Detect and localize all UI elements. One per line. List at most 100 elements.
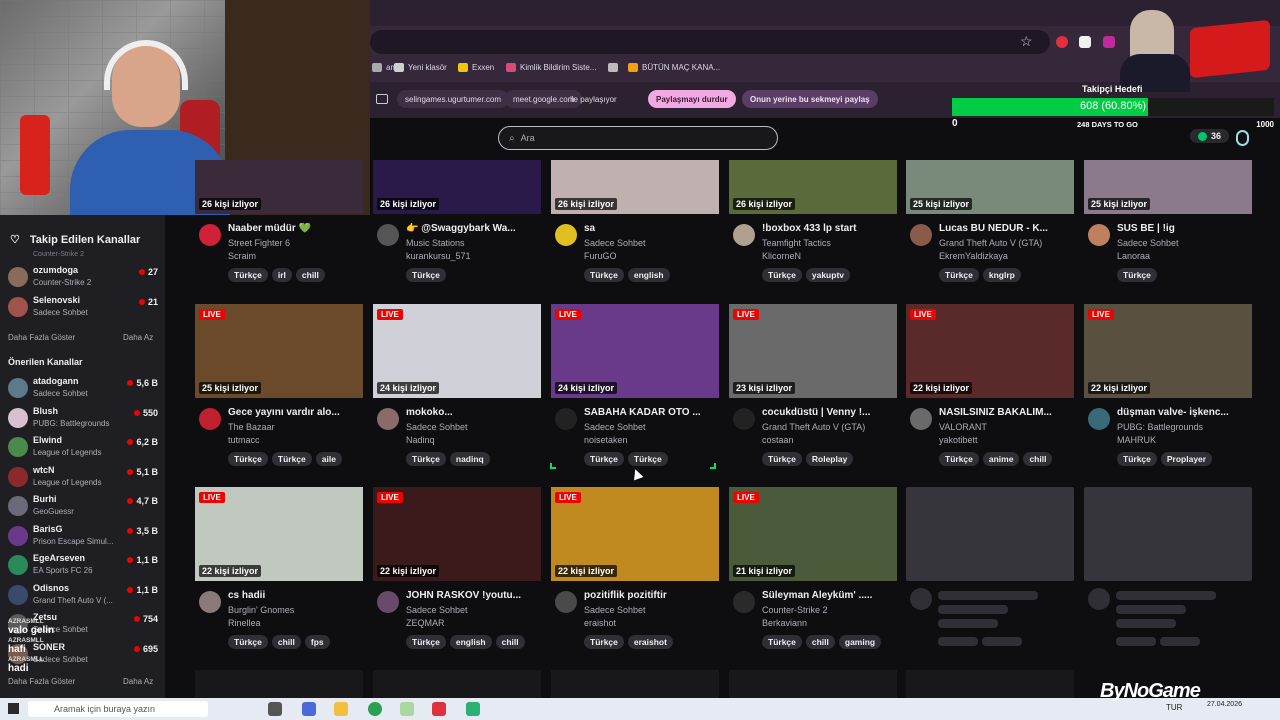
stream-category[interactable]: Sadece Sohbet <box>1117 238 1179 248</box>
task-view-icon[interactable] <box>268 702 282 716</box>
streamer-avatar[interactable] <box>910 408 932 430</box>
stream-thumbnail[interactable]: LIVE 22 kişi izliyor <box>373 487 541 581</box>
tag-chip[interactable]: Roleplay <box>805 452 854 466</box>
sidebar-channel-item[interactable]: EgeArseven EA Sports FC 26 1,1 B <box>8 552 158 582</box>
streamer-avatar[interactable] <box>199 408 221 430</box>
stop-sharing-button[interactable]: Paylaşmayı durdur <box>648 90 736 108</box>
stream-card[interactable]: LIVE 23 kişi izliyor cocukdüstü | Venny !.… <box>729 304 897 466</box>
taskbar-search-input[interactable]: Aramak için buraya yazın <box>28 701 208 717</box>
stream-thumbnail[interactable]: 26 kişi izliyor <box>551 160 719 214</box>
extension-icon[interactable] <box>1079 36 1091 48</box>
tag-chip[interactable]: fps <box>304 635 330 649</box>
sidebar-channel-item[interactable]: Selenovski Sadece Sohbet 21 <box>8 294 158 324</box>
stream-card[interactable]: LIVE 22 kişi izliyor cs hadii Burglin' Gnom… <box>195 487 363 649</box>
stream-category[interactable]: Music Stations <box>406 238 465 248</box>
recommended-show-less[interactable]: Daha Az <box>123 677 153 686</box>
tag-chip[interactable]: english <box>627 268 670 282</box>
stream-thumbnail[interactable]: LIVE 22 kişi izliyor <box>195 487 363 581</box>
streamer-avatar[interactable] <box>199 224 221 246</box>
tag-chip[interactable]: Türkçe <box>584 268 624 282</box>
drops-icon[interactable] <box>1236 130 1249 146</box>
tag-chip[interactable]: Türkçe <box>762 268 802 282</box>
streamer-name[interactable]: tutmacc <box>228 435 260 445</box>
stream-title[interactable]: düşman valve- işkenc... <box>1117 407 1252 418</box>
streamer-avatar[interactable] <box>733 224 755 246</box>
tag-chip[interactable]: Türkçe <box>228 452 268 466</box>
streamer-name[interactable]: MAHRUK <box>1117 435 1156 445</box>
stream-title[interactable]: Lucas BU NEDUR - K... <box>939 223 1074 234</box>
sidebar-channel-item[interactable]: wtcN League of Legends 5,1 B <box>8 464 158 494</box>
tag-chip[interactable]: eraishot <box>627 635 673 649</box>
tag-chip[interactable]: anime <box>982 452 1020 466</box>
stream-thumbnail[interactable]: 25 kişi izliyor <box>906 160 1074 214</box>
stream-category[interactable]: VALORANT <box>939 422 987 432</box>
tag-chip[interactable]: Türkçe <box>627 452 668 466</box>
tag-chip[interactable]: irl <box>271 268 292 282</box>
extension-icon[interactable] <box>1056 36 1068 48</box>
sidebar-channel-item[interactable]: ozumdoga Counter-Strike 2 27 <box>8 264 158 294</box>
stream-category[interactable]: Sadece Sohbet <box>406 605 468 615</box>
stream-category[interactable]: Grand Theft Auto V (GTA) <box>762 422 865 432</box>
streamer-name[interactable]: costaan <box>762 435 794 445</box>
bookmark-star-icon[interactable]: ☆ <box>1020 33 1033 50</box>
app-icon[interactable] <box>400 702 414 716</box>
start-icon[interactable] <box>8 703 19 714</box>
stream-category[interactable]: Street Fighter 6 <box>228 238 290 248</box>
address-bar[interactable] <box>370 30 1050 54</box>
bookmark-item[interactable]: Yeni klasör <box>394 63 447 72</box>
streamer-avatar[interactable] <box>910 224 932 246</box>
tag-chip[interactable]: nadinq <box>449 452 490 466</box>
clock[interactable]: 27.04.2026 <box>1198 700 1242 709</box>
points-badge[interactable]: 36 <box>1190 129 1230 143</box>
tag-chip[interactable]: Türkçe <box>271 452 312 466</box>
stream-category[interactable]: Grand Theft Auto V (GTA) <box>939 238 1042 248</box>
stream-category[interactable]: Sadece Sohbet <box>584 422 646 432</box>
stream-title[interactable]: SABAHA KADAR OTO ... <box>584 407 719 418</box>
stream-title[interactable]: Gece yayını vardır alo... <box>228 407 363 418</box>
tag-chip[interactable]: yakuptv <box>805 268 850 282</box>
bookmark-item[interactable]: Kimlik Bildirim Siste... <box>506 63 596 72</box>
stream-title[interactable]: 👉 @Swaggybark Wa... <box>406 223 541 234</box>
stream-card[interactable]: LIVE 22 kişi izliyor NASILSINIZ BAKALIM...… <box>906 304 1074 466</box>
streamer-avatar[interactable] <box>555 224 577 246</box>
sidebar-channel-item[interactable]: Odisnos Grand Theft Auto V (... 1,1 B <box>8 582 158 612</box>
stream-card[interactable]: LIVE 24 kişi izliyor SABAHA KADAR OTO ... S… <box>551 304 719 466</box>
tag-chip[interactable]: Türkçe <box>228 635 268 649</box>
tag-chip[interactable]: Türkçe <box>762 452 802 466</box>
sidebar-channel-item[interactable]: Burhi GeoGuessr 4,7 B <box>8 493 158 523</box>
stream-category[interactable]: Sadece Sohbet <box>406 422 468 432</box>
language-indicator[interactable]: TUR <box>1166 703 1182 712</box>
stream-card[interactable]: 26 kişi izliyor 👉 @Swaggybark Wa... Music … <box>373 160 541 282</box>
streamer-name[interactable]: KlicorneN <box>762 251 801 261</box>
stream-category[interactable]: Sadece Sohbet <box>584 605 646 615</box>
tag-chip[interactable]: Türkçe <box>939 268 979 282</box>
stream-thumbnail[interactable]: 26 kişi izliyor <box>195 160 363 214</box>
app-icon[interactable] <box>432 702 446 716</box>
stream-title[interactable]: cocukdüstü | Venny !... <box>762 407 897 418</box>
tag-chip[interactable]: Türkçe <box>939 452 979 466</box>
streamer-avatar[interactable] <box>555 408 577 430</box>
stream-category[interactable]: The Bazaar <box>228 422 275 432</box>
tag-chip[interactable]: Türkçe <box>406 268 446 282</box>
streamer-name[interactable]: Lanoraa <box>1117 251 1150 261</box>
stream-title[interactable]: JOHN RASKOV !youtu... <box>406 590 541 601</box>
stream-card[interactable]: LIVE 25 kişi izliyor Gece yayını vardır al… <box>195 304 363 466</box>
tag-chip[interactable]: chill <box>295 268 325 282</box>
followed-show-less[interactable]: Daha Az <box>123 333 153 342</box>
stream-thumbnail[interactable]: LIVE 24 kişi izliyor <box>373 304 541 398</box>
tag-chip[interactable]: Türkçe <box>762 635 802 649</box>
copilot-icon[interactable] <box>302 702 316 716</box>
streamer-avatar[interactable] <box>555 591 577 613</box>
stream-card[interactable]: 25 kişi izliyor Lucas BU NEDUR - K... Gran… <box>906 160 1074 282</box>
streamer-name[interactable]: noisetaken <box>584 435 628 445</box>
streamer-name[interactable]: Berkaviann <box>762 618 807 628</box>
tag-chip[interactable]: chill <box>495 635 525 649</box>
tag-chip[interactable]: Proplayer <box>1160 452 1213 466</box>
sidebar-channel-item[interactable]: BarisG Prison Escape Simul... 3,5 B <box>8 523 158 553</box>
tag-chip[interactable]: Türkçe <box>406 452 446 466</box>
stream-card[interactable]: 26 kişi izliyor sa Sadece Sohbet FuruGO Türk… <box>551 160 719 282</box>
search-input[interactable]: ⌕ Ara <box>498 126 778 150</box>
stream-title[interactable]: Süleyman Aleyküm' ..... <box>762 590 897 601</box>
streamer-avatar[interactable] <box>199 591 221 613</box>
stream-thumbnail[interactable]: LIVE 22 kişi izliyor <box>1084 304 1252 398</box>
